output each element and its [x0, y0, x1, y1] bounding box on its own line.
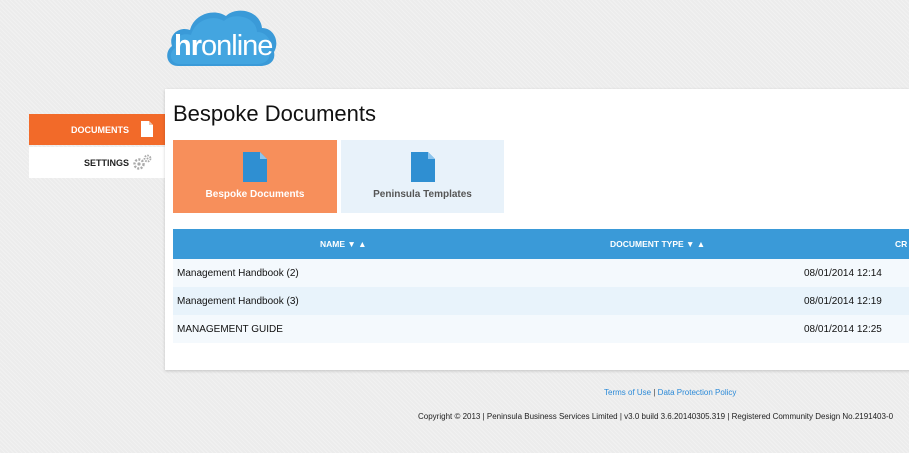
- footer-links: Terms of Use | Data Protection Policy: [604, 388, 736, 397]
- document-icon: [141, 121, 153, 137]
- table-row[interactable]: Management Handbook (3) 08/01/2014 12:19: [173, 287, 909, 315]
- sidebar-item-settings[interactable]: SETTINGS: [29, 147, 165, 178]
- sidebar-item-documents[interactable]: DOCUMENTS: [29, 114, 165, 145]
- cell-name: Management Handbook (2): [177, 268, 299, 279]
- cell-date: 08/01/2014 12:19: [804, 296, 882, 307]
- tile-peninsula-templates[interactable]: Peninsula Templates: [341, 140, 504, 213]
- cell-date: 08/01/2014 12:14: [804, 268, 882, 279]
- tile-label: Bespoke Documents: [205, 189, 305, 200]
- footer-separator: |: [653, 388, 656, 397]
- page-title: Bespoke Documents: [173, 101, 376, 126]
- gear-icon: [133, 154, 152, 170]
- main-panel: Bespoke Documents Bespoke Documents Peni…: [165, 89, 909, 370]
- document-icon: [410, 152, 435, 182]
- document-icon: [243, 152, 267, 182]
- logo-text: hronline: [174, 30, 273, 62]
- tile-label: Peninsula Templates: [373, 189, 472, 200]
- column-header-name[interactable]: NAME ▼ ▲: [320, 239, 367, 249]
- sidebar-item-label: SETTINGS: [83, 157, 129, 168]
- terms-link[interactable]: Terms of Use: [604, 388, 651, 397]
- table-row[interactable]: Management Handbook (2) 08/01/2014 12:14: [173, 259, 909, 287]
- column-header-document-type[interactable]: DOCUMENT TYPE ▼ ▲: [610, 239, 705, 249]
- copyright-text: Copyright © 2013 | Peninsula Business Se…: [418, 412, 894, 421]
- sidebar-item-label: DOCUMENTS: [71, 124, 129, 135]
- cell-name: Management Handbook (3): [177, 296, 299, 307]
- tile-bespoke-documents[interactable]: Bespoke Documents: [173, 140, 337, 213]
- hronline-logo[interactable]: hronline: [164, 6, 278, 68]
- cell-name: MANAGEMENT GUIDE: [177, 324, 283, 335]
- table-header: NAME ▼ ▲ DOCUMENT TYPE ▼ ▲ CR: [173, 229, 909, 259]
- column-header-created[interactable]: CR: [895, 239, 907, 249]
- privacy-link[interactable]: Data Protection Policy: [658, 388, 737, 397]
- cell-date: 08/01/2014 12:25: [804, 324, 882, 335]
- table-row[interactable]: MANAGEMENT GUIDE 08/01/2014 12:25: [173, 315, 909, 343]
